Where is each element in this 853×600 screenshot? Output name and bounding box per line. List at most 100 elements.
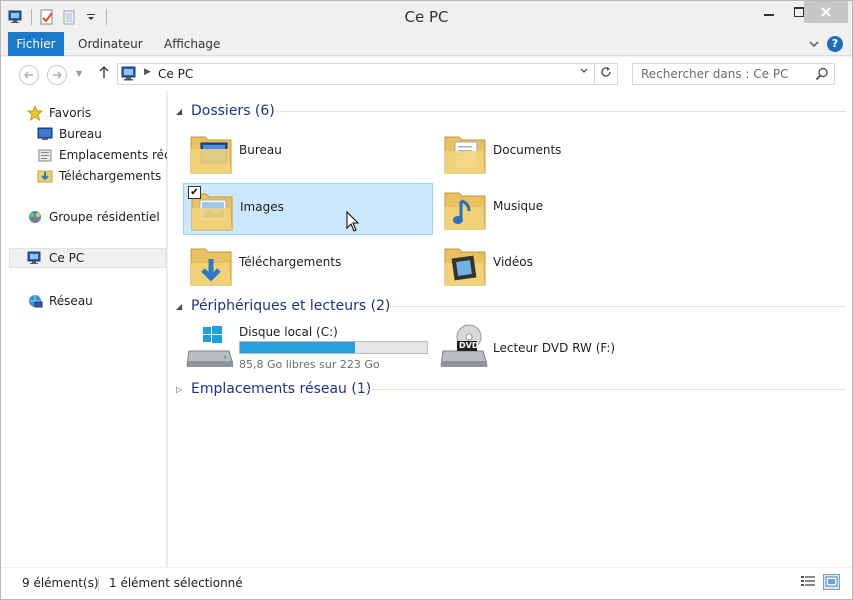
computer-icon	[121, 66, 139, 82]
breadcrumb-chevron-icon[interactable]: ▶	[144, 67, 151, 77]
tab-view[interactable]: Affichage	[155, 32, 229, 56]
nav-item-homegroup[interactable]: Groupe résidentiel	[27, 207, 167, 227]
windows-drive-icon	[185, 325, 235, 369]
explorer-window: Ce PC Fichier Ordinateur Affichage ? ▼ ▶…	[0, 0, 853, 600]
search-input[interactable]: Rechercher dans : Ce PC	[641, 67, 788, 81]
chevron-down-icon	[580, 68, 588, 73]
star-icon	[27, 105, 43, 121]
group-divider	[276, 111, 846, 112]
forward-arrow-icon	[53, 71, 62, 79]
nav-item-label: Bureau	[59, 127, 102, 141]
dvd-badge: DVD	[459, 341, 479, 350]
help-icon[interactable]: ?	[827, 36, 843, 52]
group-divider	[390, 306, 846, 307]
group-header-devices[interactable]: ◢ Périphériques et lecteurs (2)	[176, 295, 846, 317]
group-title: Dossiers (6)	[191, 103, 275, 119]
back-arrow-icon	[24, 71, 33, 79]
recent-locations-dropdown[interactable]: ▼	[76, 69, 82, 78]
nav-item-downloads[interactable]: Téléchargements	[37, 166, 167, 186]
nav-item-this-pc[interactable]: Ce PC	[9, 248, 166, 268]
nav-item-label: Ce PC	[49, 251, 85, 265]
folder-item-videos[interactable]: Vidéos	[437, 239, 687, 291]
large-icons-view-icon[interactable]	[823, 574, 840, 590]
minimize-button[interactable]	[754, 1, 784, 23]
folder-label: Images	[240, 200, 284, 214]
drive-label: Disque local (C:)	[239, 325, 338, 339]
title-bar: Ce PC	[1, 1, 852, 32]
up-arrow-icon	[99, 65, 109, 78]
address-toolbar: ▼ ▶ Ce PC Rechercher dans : Ce PC	[1, 57, 852, 91]
drive-label: Lecteur DVD RW (F:)	[493, 341, 616, 355]
refresh-icon	[601, 67, 611, 77]
folder-label: Vidéos	[493, 255, 533, 269]
folder-label: Musique	[493, 199, 544, 213]
breadcrumb-item[interactable]: Ce PC	[158, 67, 193, 81]
drive-item-local-disk[interactable]: Disque local (C:) 85,8 Go libres sur 223…	[183, 321, 433, 373]
navigation-pane: Favoris Bureau Emplacements récents Télé…	[1, 91, 167, 567]
group-header-folders[interactable]: ◢ Dossiers (6)	[176, 100, 846, 122]
folder-item-desktop[interactable]: Bureau	[183, 127, 433, 179]
folder-item-pictures[interactable]: ✔ Images	[183, 183, 433, 235]
forward-button[interactable]	[47, 65, 67, 85]
drive-free-space: 85,8 Go libres sur 223 Go	[239, 358, 380, 371]
collapse-triangle-icon[interactable]: ◢	[176, 302, 186, 311]
group-header-network-locations[interactable]: ▷ Emplacements réseau (1)	[176, 378, 846, 400]
selection-checkbox[interactable]: ✔	[188, 186, 201, 199]
folder-item-downloads[interactable]: Téléchargements	[183, 239, 433, 291]
drive-item-dvd[interactable]: DVD Lecteur DVD RW (F:)	[437, 321, 687, 373]
selection-count: 1 élément sélectionné	[109, 576, 243, 590]
videos-folder-icon	[443, 241, 487, 287]
address-bar[interactable]: ▶ Ce PC	[117, 63, 595, 85]
group-title: Périphériques et lecteurs (2)	[191, 298, 391, 314]
nav-item-label: Groupe résidentiel	[49, 210, 160, 224]
computer-icon	[27, 250, 43, 266]
recent-places-icon	[37, 147, 53, 163]
music-folder-icon	[443, 185, 487, 231]
group-title: Emplacements réseau (1)	[191, 381, 372, 397]
downloads-folder-icon	[189, 241, 233, 287]
refresh-button[interactable]	[595, 63, 618, 85]
nav-item-desktop[interactable]: Bureau	[37, 124, 167, 144]
downloads-folder-icon	[37, 168, 53, 184]
network-icon	[27, 293, 43, 309]
nav-item-label: Réseau	[49, 294, 93, 308]
mouse-cursor-icon	[346, 211, 360, 232]
back-button[interactable]	[19, 65, 39, 85]
nav-item-label: Favoris	[49, 106, 92, 120]
status-divider	[98, 576, 99, 591]
nav-item-network[interactable]: Réseau	[27, 291, 167, 311]
nav-item-recent-places[interactable]: Emplacements récents	[37, 145, 167, 165]
collapse-triangle-icon[interactable]: ◢	[176, 107, 186, 116]
item-count: 9 élément(s)	[22, 576, 99, 590]
desktop-icon	[37, 126, 53, 142]
desktop-folder-icon	[189, 129, 233, 175]
group-divider	[359, 389, 846, 390]
homegroup-icon	[27, 209, 43, 225]
folder-item-documents[interactable]: Documents	[437, 127, 687, 179]
close-button[interactable]	[804, 1, 848, 23]
nav-item-label: Emplacements récents	[59, 148, 167, 162]
nav-item-label: Téléchargements	[59, 169, 162, 183]
expand-ribbon-icon[interactable]	[807, 37, 821, 51]
documents-folder-icon	[443, 129, 487, 175]
expand-triangle-icon[interactable]: ▷	[176, 385, 186, 394]
drive-usage-bar	[239, 341, 428, 354]
tab-computer[interactable]: Ordinateur	[69, 32, 152, 56]
address-history-dropdown[interactable]	[577, 66, 591, 82]
nav-item-favorites[interactable]: Favoris	[27, 103, 167, 123]
folder-label: Bureau	[239, 143, 282, 157]
details-view-icon[interactable]	[800, 575, 816, 589]
folder-item-music[interactable]: Musique	[437, 183, 687, 235]
search-box[interactable]: Rechercher dans : Ce PC	[632, 63, 835, 85]
drive-usage-fill	[240, 342, 355, 353]
tab-file[interactable]: Fichier	[8, 32, 64, 56]
status-bar: 9 élément(s) 1 élément sélectionné	[1, 567, 852, 599]
up-button[interactable]	[96, 65, 112, 83]
ribbon-tabs: Fichier Ordinateur Affichage ?	[1, 32, 852, 56]
window-title: Ce PC	[404, 8, 449, 26]
content-pane: ◢ Dossiers (6) Bureau Documents ✔ Images	[168, 91, 852, 567]
close-icon	[821, 7, 831, 17]
folder-label: Téléchargements	[239, 255, 342, 269]
search-icon[interactable]	[815, 67, 829, 81]
folder-label: Documents	[493, 143, 562, 157]
